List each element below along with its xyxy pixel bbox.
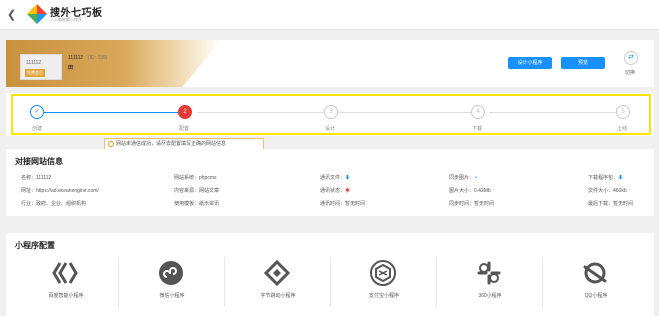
app-id: (ID: 236) [88,55,108,61]
alipay-icon [370,260,396,286]
step-connector [339,112,479,113]
switch-label[interactable]: 切换 [625,69,635,76]
steps-highlight: ✓ 创建 2 配置 3 设计 4 下载 5 上线 [11,94,651,135]
step-download-label: 下载 [472,126,483,132]
membership-badge: 免费会员 [25,69,45,77]
info-industry: 行业：政府、企业、组织机构 [21,201,87,207]
360-icon [477,261,501,285]
step-config-label: 配置 [179,126,190,132]
miniprogram-360[interactable]: 360小程序 [440,255,540,313]
info-sync-image: 同步图片：⚬ [449,175,479,181]
info-last-download: 最后下载：暂无时间 [588,201,634,207]
info-template: 使用模板：纸示资讯 [174,201,220,207]
step-design-label: 设计 [325,126,336,132]
download-icon[interactable]: ⬇ [618,175,623,181]
miniprogram-label: 支付宝小程序 [368,293,399,299]
qq-icon [583,262,607,284]
info-icon [108,140,114,147]
divider [542,257,543,307]
miniprogram-label: 360小程序 [478,293,502,299]
info-cms: 网站系统：phpcms [174,175,217,181]
miniprogram-label: 百度智能小程序 [48,293,84,299]
top-bar: ❮ 搜外七巧板 人人都能做小程序 [0,0,659,30]
step-connector [489,112,619,113]
sync-icon[interactable]: ⚬ [474,175,478,181]
info-comm-status: 通讯状态：◉ [320,188,351,194]
divider [224,257,225,307]
info-comm-time: 通讯时间：暂无时间 [320,201,366,207]
back-arrow-icon[interactable]: ❮ [7,8,16,21]
info-name: 名称：111112 [21,175,52,181]
step-create-label: 创建 [32,126,43,132]
app-thumbnail: 111112 免费会员 [20,54,62,80]
thumbnail-text: 111112 [26,60,42,66]
bytedance-icon [263,259,291,287]
error-status-icon: ◉ [345,188,351,194]
tip-text: 网站未通信成功，请尽去配置填写正确的网站信息 [116,141,227,147]
miniprogram-label: 微信小程序 [159,293,185,299]
miniprogram-config-card: 小程序配置 百度智能小程序 微信小程序 字节跳动小程序 支付宝小程序 360小程… [6,233,654,316]
step-design-circle[interactable]: 3 [324,105,338,119]
divider [118,257,119,307]
app-header-card: 111112 免费会员 111112 (ID: 236) 田 设计小程序 预览 … [6,40,654,87]
divider [436,257,437,307]
preview-button[interactable]: 预览 [561,57,605,69]
switch-icon[interactable]: ⇄ [624,51,638,65]
site-info-card: 对接网站信息 名称：111112 网站系统：phpcms 通讯文件：⬇ 同步图片… [6,149,654,216]
info-package: 下载程序包：⬇ [588,175,624,181]
step-create-circle[interactable]: ✓ [30,105,44,119]
step-download-circle[interactable]: 4 [471,105,485,119]
logo-icon [27,4,47,24]
baidu-icon [52,262,78,284]
app-name: 111112 [68,55,84,61]
step-connector [43,112,183,113]
site-info-title: 对接网站信息 [15,157,63,166]
miniprogram-alipay[interactable]: 支付宝小程序 [334,255,434,313]
info-comm-file: 通讯文件：⬇ [320,175,351,181]
step-connector [197,112,327,113]
miniprogram-bytedance[interactable]: 字节跳动小程序 [228,255,328,313]
brand-tagline: 人人都能做小程序 [50,17,82,22]
info-file-size: 文件大小：460kb [588,188,627,194]
wechat-icon [159,261,183,285]
info-url: 网址：https://ad.oceanengine.com/ [21,188,99,194]
divider [330,257,331,307]
step-config-circle[interactable]: 2 [178,105,192,119]
miniprogram-config-title: 小程序配置 [15,241,55,250]
step-publish-label: 上线 [617,126,628,132]
miniprogram-label: 字节跳动小程序 [260,293,296,299]
progress-steps: ✓ 创建 2 配置 3 设计 4 下载 5 上线 [6,93,654,136]
info-sync-time: 同步时间：暂无时间 [449,201,495,207]
miniprogram-qq[interactable]: QQ小程序 [546,255,646,313]
design-miniprogram-button[interactable]: 设计小程序 [508,57,552,69]
download-icon[interactable]: ⬇ [345,175,350,181]
info-image-size: 图片大小：0.42Mb [449,188,491,194]
miniprogram-label: QQ小程序 [584,293,608,299]
miniprogram-wechat[interactable]: 微信小程序 [122,255,222,313]
step-publish-circle[interactable]: 5 [616,105,630,119]
app-flag: 田 [68,65,74,71]
miniprogram-baidu[interactable]: 百度智能小程序 [16,255,116,313]
info-content-source: 内容来源：网站文章 [174,188,220,194]
